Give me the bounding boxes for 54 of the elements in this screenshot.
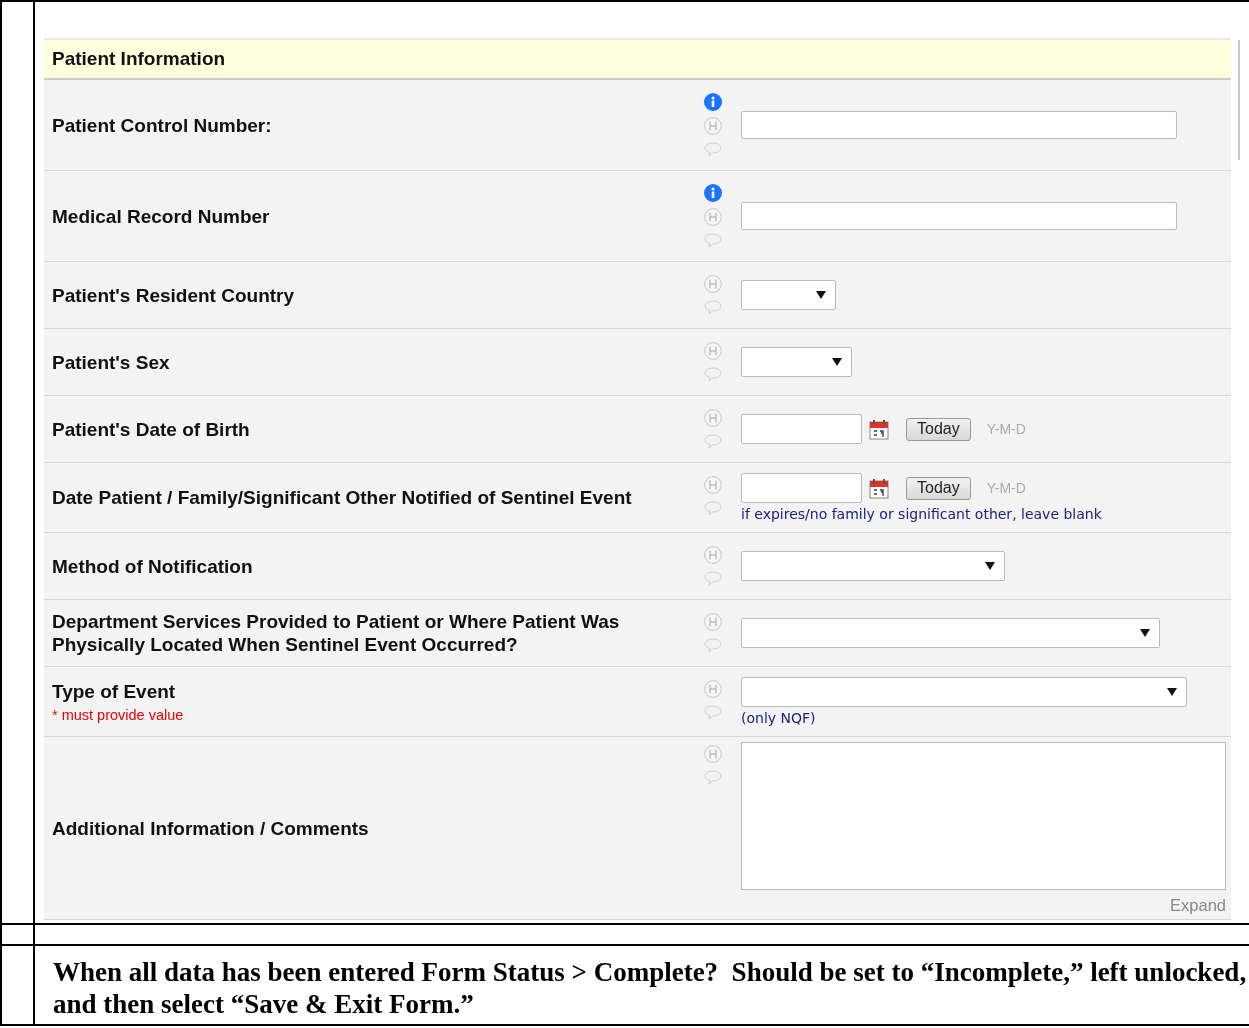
caret-icon[interactable] — [985, 562, 995, 570]
history-icon[interactable] — [704, 409, 722, 427]
required-note: * must provide value — [52, 707, 185, 723]
comment-icon[interactable] — [704, 232, 722, 248]
date-field[interactable] — [741, 473, 862, 503]
calendar-icon[interactable] — [869, 418, 889, 440]
today-button[interactable]: Today — [906, 476, 971, 500]
today-button[interactable]: Today — [906, 417, 971, 441]
comment-icon[interactable] — [704, 299, 722, 315]
field-label: Method of Notification — [52, 554, 254, 578]
comment-icon[interactable] — [704, 570, 722, 586]
caret-icon[interactable] — [1167, 688, 1177, 696]
text-field[interactable] — [741, 111, 1177, 139]
info-icon[interactable] — [704, 184, 722, 202]
text-field[interactable] — [741, 202, 1177, 230]
date-field[interactable] — [741, 414, 862, 444]
history-icon[interactable] — [704, 613, 722, 631]
history-icon[interactable] — [704, 117, 722, 135]
comment-icon[interactable] — [704, 500, 722, 516]
comment-icon[interactable] — [704, 433, 722, 449]
caret-icon[interactable] — [832, 358, 842, 366]
field-label: Patient's Resident Country — [52, 283, 296, 307]
field-label: Type of Event — [52, 680, 177, 703]
history-icon[interactable] — [704, 342, 722, 360]
history-icon[interactable] — [704, 546, 722, 564]
info-icon[interactable] — [704, 93, 722, 111]
field-label: Additional Information / Comments — [52, 817, 370, 840]
section-header: Patient Information — [44, 40, 1231, 80]
text-area[interactable] — [741, 742, 1226, 890]
history-icon[interactable] — [704, 208, 722, 226]
history-icon[interactable] — [704, 745, 722, 763]
date-format-hint: Y-M-D — [986, 421, 1026, 437]
field-label: Patient Control Number: — [52, 113, 273, 137]
field-label: Patient's Date of Birth — [52, 417, 251, 441]
comment-icon[interactable] — [704, 769, 722, 785]
instruction-text: When all data has been entered Form Status > Complete? Should be set to “Incomplete,” left unlocked, and then select “Save & Exit Form.” — [53, 956, 1248, 1020]
comment-icon[interactable] — [704, 704, 722, 720]
field-label: Patient's Sex — [52, 350, 171, 374]
history-icon[interactable] — [704, 275, 722, 293]
date-format-hint: Y-M-D — [986, 480, 1026, 496]
caret-icon[interactable] — [1140, 629, 1150, 637]
field-label: Department Services Provided to Patient or Where Patient Was Physically Located When Sentinel Event Occurred? — [52, 610, 621, 656]
comment-icon[interactable] — [704, 141, 722, 157]
calendar-icon[interactable] — [869, 477, 889, 499]
field-note: if expires/no family or significant other, leave blank — [741, 506, 1103, 522]
comment-icon[interactable] — [704, 366, 722, 382]
field-label: Medical Record Number — [52, 204, 271, 228]
caret-icon[interactable] — [816, 291, 826, 299]
history-icon[interactable] — [704, 476, 722, 494]
history-icon[interactable] — [704, 680, 722, 698]
scrollbar-thumb[interactable] — [1237, 40, 1240, 160]
field-label: Date Patient / Family/Significant Other Notified of Sentinel Event — [52, 486, 633, 509]
field-note: (only NQF) — [741, 710, 817, 726]
comment-icon[interactable] — [704, 637, 722, 653]
